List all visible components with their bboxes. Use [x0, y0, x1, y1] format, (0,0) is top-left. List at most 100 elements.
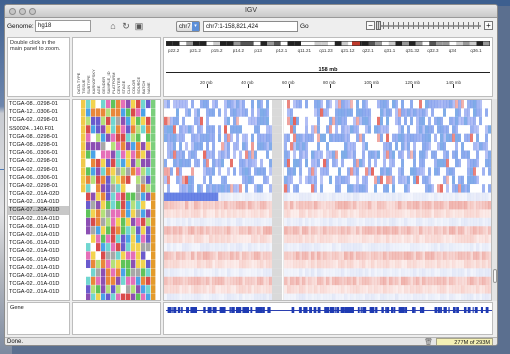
cn-segment — [245, 201, 249, 210]
cn-segment — [290, 209, 294, 218]
cn-segment — [398, 150, 402, 159]
chromosome-ideogram[interactable] — [166, 41, 490, 46]
sample-name[interactable]: TCGA-02...0298-01 — [8, 166, 69, 174]
home-icon[interactable]: ⌂ — [108, 21, 118, 31]
cn-segment — [467, 142, 471, 151]
cn-segment — [314, 158, 318, 168]
sample-name[interactable]: TCGA-02...01A-01D — [8, 280, 69, 288]
attribute-cell — [136, 108, 141, 117]
region-navigator-icon[interactable]: ▣ — [134, 21, 144, 31]
cn-segment — [461, 175, 465, 185]
sample-name[interactable]: TCGA-02...01A-01D — [8, 264, 69, 272]
attribute-cell — [91, 142, 96, 151]
sample-name[interactable]: TCGA-08...01A-01D — [8, 223, 69, 231]
sample-name[interactable]: TCGA-02...0298-01 — [8, 116, 69, 124]
cn-segment — [293, 133, 297, 143]
sample-name[interactable]: TCGA-02...01A-01D — [8, 272, 69, 280]
cn-segment — [308, 184, 312, 193]
chromosome-select[interactable]: chr7 ▾ — [176, 21, 200, 32]
cn-segment — [308, 167, 312, 176]
gene-track-name[interactable]: Gene — [7, 302, 70, 335]
gene-track-features[interactable] — [164, 303, 493, 335]
sample-name[interactable]: TCGA-06...0306-01 — [8, 149, 69, 157]
sample-name[interactable]: TCGA-02...01A-01D — [8, 198, 69, 206]
vertical-scrollbar[interactable] — [491, 99, 497, 301]
cn-segment — [257, 293, 261, 300]
cn-segment — [326, 201, 330, 210]
sample-name[interactable]: TCGA-06...0306-01 — [8, 174, 69, 182]
cn-segment — [179, 293, 183, 300]
sample-name[interactable]: TCGA-02...01A-01D — [8, 231, 69, 239]
cn-segment — [368, 142, 372, 151]
cn-segment — [353, 100, 357, 109]
sample-name[interactable]: TCGA-08...0298-01 — [8, 100, 69, 108]
cytoband — [368, 41, 376, 46]
cn-segment — [458, 184, 462, 193]
cn-segment — [224, 243, 228, 252]
scrollbar-thumb[interactable] — [493, 269, 497, 283]
cn-segment — [407, 243, 411, 252]
copy-number-heatmap[interactable] — [164, 100, 493, 301]
attribute-column-header[interactable]: NAME — [146, 82, 151, 94]
cn-segment — [251, 243, 255, 252]
cn-segment — [263, 142, 267, 151]
attribute-header-panel[interactable]: DATA TYPE TISSUE SUBTYPE KARNOFSKY AGE GENDER… — [72, 37, 161, 97]
centromere-gap — [278, 251, 281, 260]
zoom-slider[interactable] — [376, 21, 481, 30]
centromere-gap — [275, 268, 278, 277]
sample-name[interactable]: TCGA-06...01A-05D — [8, 256, 69, 264]
cn-segment — [308, 259, 312, 269]
cn-segment — [467, 116, 471, 126]
sample-name[interactable]: SS0024...140.F01 — [8, 125, 69, 133]
cn-segment — [350, 268, 354, 277]
cn-segment — [206, 268, 210, 277]
sample-name[interactable]: TCGA-02...01A-01D — [8, 215, 69, 223]
data-panel[interactable] — [163, 99, 493, 301]
cn-segment — [320, 133, 324, 143]
cn-segment — [341, 158, 345, 168]
sample-name[interactable]: TCGA-02...01A-01D — [8, 288, 69, 296]
memory-indicator[interactable]: 277M of 293M — [436, 338, 493, 345]
sample-name[interactable]: TCGA-08...0298-01 — [8, 133, 69, 141]
cytoband — [307, 41, 315, 46]
attribute-cell — [96, 234, 101, 243]
cn-segment — [224, 259, 228, 269]
cn-segment — [287, 268, 291, 277]
sample-name[interactable]: TCGA-07...20A-01D — [8, 206, 69, 215]
gene-track-panel[interactable] — [163, 302, 493, 335]
attribute-panel[interactable] — [72, 99, 161, 301]
trash-icon[interactable]: 🗑 — [424, 339, 433, 345]
cn-segment — [173, 167, 177, 176]
sample-name[interactable]: TCGA-02...01A-02D — [8, 190, 69, 198]
zoom-out-button[interactable]: − — [366, 21, 375, 30]
attribute-cell — [116, 158, 121, 168]
zoom-in-button[interactable]: + — [484, 21, 493, 30]
cn-segment — [182, 201, 186, 210]
refresh-icon[interactable]: ↻ — [121, 21, 131, 31]
sample-name[interactable]: TCGA-02...0298-01 — [8, 157, 69, 165]
ruler-panel[interactable]: p22.2 p21.2 p15.2 p14.2 p13 p12.1 q11.21 q11.23… — [163, 37, 493, 97]
attribute-cell — [81, 184, 86, 193]
sample-name-panel[interactable]: TCGA-08...0298-01 TCGA-12...0306-01 TCGA-0… — [7, 99, 70, 301]
cn-segment — [359, 234, 363, 244]
cn-segment — [419, 201, 423, 210]
gene-feature — [313, 307, 317, 313]
sample-name[interactable]: TCGA-12...0306-01 — [8, 108, 69, 116]
attribute-cell — [121, 251, 126, 260]
sample-name[interactable]: TCGA-02...0298-01 — [8, 182, 69, 190]
locus-input[interactable]: chr7:1-158,821,424 — [203, 21, 298, 32]
cn-segment — [473, 142, 477, 151]
cn-segment — [293, 108, 297, 117]
sample-name[interactable]: TCGA-02...01A-01D — [8, 247, 69, 255]
sample-name[interactable]: TCGA-06...01A-01D — [8, 239, 69, 247]
sample-name[interactable]: TCGA-08...0298-01 — [8, 141, 69, 149]
cn-segment — [380, 184, 384, 193]
cn-segment — [218, 285, 222, 294]
cn-segment — [413, 259, 417, 269]
genome-select[interactable]: hg18 — [35, 20, 91, 32]
cn-segment — [362, 243, 366, 252]
go-button[interactable]: Go — [300, 23, 309, 30]
cn-segment — [452, 100, 456, 109]
cn-segment — [194, 243, 198, 252]
attribute-matrix[interactable] — [73, 100, 161, 301]
